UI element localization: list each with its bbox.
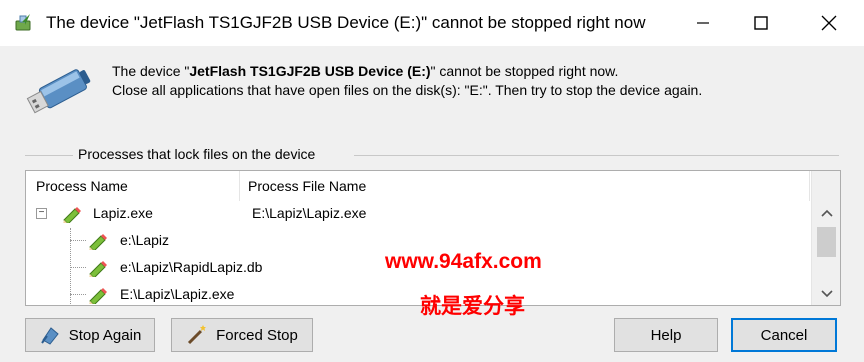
magic-wand-icon [188, 325, 207, 345]
process-name: Lapiz.exe [93, 205, 153, 221]
group-divider-right [354, 155, 839, 156]
help-button[interactable]: Help [614, 318, 718, 352]
stop-again-label: Stop Again [68, 326, 142, 344]
group-divider-left [25, 155, 73, 156]
window-title: The device "JetFlash TS1GJF2B USB Device… [46, 13, 646, 32]
locked-file-name: e:\Lapiz\RapidLapiz.db [120, 259, 263, 275]
usb-eject-arrow-icon [15, 14, 31, 31]
cancel-label: Cancel [760, 326, 808, 344]
close-button[interactable] [806, 0, 852, 46]
scroll-up-button[interactable] [812, 202, 840, 224]
list-item-process[interactable]: − Lapiz.exe E:\Lapiz\Lapiz.exe [26, 201, 810, 228]
chevron-up-icon [820, 209, 833, 217]
locked-file-name: e:\Lapiz [120, 232, 170, 248]
watermark-url: www.94afx.com [385, 250, 542, 273]
device-name: JetFlash TS1GJF2B USB Device (E:) [189, 63, 431, 79]
maximize-icon [754, 16, 768, 30]
process-file-name: E:\Lapiz\Lapiz.exe [252, 205, 367, 221]
pencil-icon [89, 234, 107, 250]
message-line-2: Close all applications that have open fi… [112, 82, 703, 98]
eject-icon [40, 327, 59, 345]
group-title: Processes that lock files on the device [76, 146, 318, 162]
process-list[interactable]: Process Name Process File Name − Lapiz.e… [25, 170, 841, 306]
stop-again-button[interactable]: Stop Again [25, 318, 155, 352]
list-item-locked-file[interactable]: E:\Lapiz\Lapiz.exe [26, 282, 810, 305]
cancel-button[interactable]: Cancel [731, 318, 837, 352]
maximize-button[interactable] [738, 0, 784, 46]
pencil-icon [89, 261, 107, 277]
usb-flash-drive-icon [26, 69, 91, 114]
locked-file-name: E:\Lapiz\Lapiz.exe [120, 286, 235, 302]
pencil-icon [63, 207, 81, 223]
help-label: Help [650, 326, 682, 344]
chevron-down-icon [820, 290, 833, 298]
close-icon [821, 15, 837, 31]
column-header-process-name[interactable]: Process Name [26, 171, 240, 201]
message-line-1: The device "JetFlash TS1GJF2B USB Device… [112, 63, 619, 79]
vertical-scrollbar[interactable] [811, 171, 840, 305]
column-header-process-file-name[interactable]: Process File Name [240, 171, 810, 201]
error-message: The device "JetFlash TS1GJF2B USB Device… [112, 62, 702, 100]
watermark-text: 就是爱分享 [420, 294, 525, 318]
scroll-thumb[interactable] [817, 227, 836, 257]
forced-stop-button[interactable]: Forced Stop [171, 318, 313, 352]
minimize-icon [697, 22, 709, 24]
pencil-icon [89, 288, 107, 304]
forced-stop-label: Forced Stop [216, 326, 298, 344]
scroll-down-button[interactable] [812, 283, 840, 305]
title-bar: The device "JetFlash TS1GJF2B USB Device… [0, 0, 864, 46]
collapse-toggle[interactable]: − [36, 208, 47, 219]
minimize-button[interactable] [680, 0, 726, 46]
